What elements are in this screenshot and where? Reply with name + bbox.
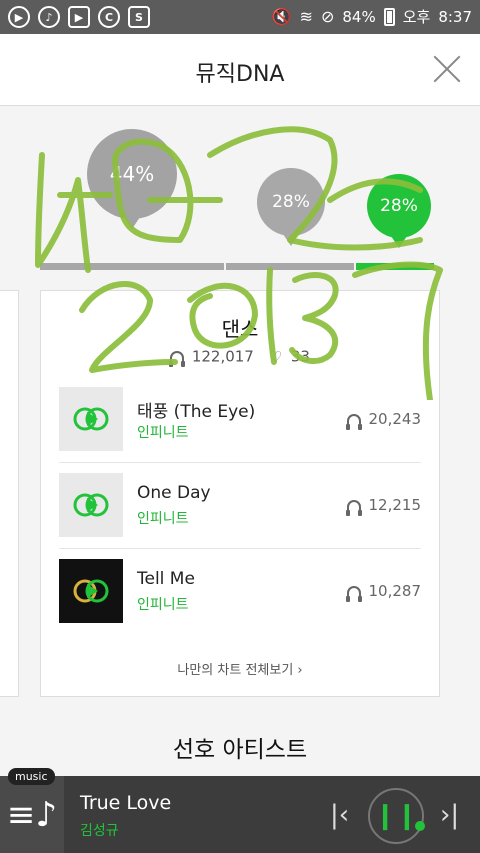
mini-player: ≡♪ True Love 김성규 |‹ ❙❙ ›| — [0, 776, 480, 853]
album-thumbnail — [59, 559, 123, 623]
track-plays: 10,287 — [345, 582, 421, 602]
track-row[interactable]: One Day 인피니트 12,215 — [59, 463, 421, 549]
genre-bubble-3-selected[interactable]: 28% — [367, 174, 431, 248]
favorite-artists-title: 선호 아티스트 — [172, 737, 308, 763]
album-thumbnail — [59, 387, 123, 451]
track-plays: 12,215 — [345, 496, 421, 516]
app-notification-icon: S — [128, 6, 150, 28]
status-bar: ▶ ♪ ▶ C S 🔇 ≋ ⊘ 84% 오후 8:37 — [0, 0, 480, 34]
progress-dot[interactable] — [415, 821, 425, 831]
battery-icon — [383, 7, 395, 26]
battery-percent: 84% — [342, 7, 376, 26]
bubble-value: 44% — [109, 162, 155, 186]
track-artist[interactable]: 인피니트 — [137, 422, 189, 442]
genre-percent-chart: 44% 28% 28% — [0, 106, 480, 286]
genre-bar-2 — [226, 263, 354, 270]
headphones-icon — [345, 585, 362, 602]
video-notification-icon: ▶ — [68, 6, 90, 28]
close-icon[interactable] — [432, 54, 462, 84]
do-not-disturb-icon: ⊘ — [320, 7, 335, 26]
listen-count: 122,017 — [191, 347, 254, 366]
headphones-icon — [345, 413, 362, 430]
header: 뮤직DNA — [0, 34, 480, 106]
time-ampm: 오후 — [402, 8, 431, 26]
play-notification-icon: ▶ — [8, 6, 30, 28]
headphones-icon — [169, 350, 186, 367]
genre-bar-3 — [356, 263, 434, 270]
music-badge: music — [8, 768, 55, 785]
genre-bubble-2[interactable]: 28% — [257, 168, 325, 246]
genre-bubble-1[interactable]: 44% — [87, 129, 177, 229]
genre-bar-1 — [40, 263, 224, 270]
track-row[interactable]: Tell Me 인피니트 10,287 — [59, 549, 421, 635]
headphones-icon — [345, 499, 362, 516]
track-plays: 20,243 — [345, 410, 421, 430]
album-thumbnail — [59, 473, 123, 537]
bubble-value: 28% — [272, 192, 310, 212]
mute-icon: 🔇 — [271, 7, 292, 26]
wifi-icon: ≋ — [299, 7, 313, 26]
genre-title: 댄스 — [221, 317, 259, 341]
notification-icons: ▶ ♪ ▶ C S — [8, 6, 150, 28]
pause-button[interactable]: ❙❙ — [368, 788, 424, 844]
page-title: 뮤직DNA — [195, 62, 285, 87]
playlist-icon[interactable]: ≡♪ — [0, 776, 64, 853]
heart-icon[interactable]: ♡ — [269, 348, 282, 366]
track-name: One Day — [137, 483, 211, 503]
next-track-icon[interactable]: ›| — [440, 800, 459, 830]
genre-card: 댄스 122,017 ♡ 33 태풍 (The Eye) 인피니트 20,243… — [40, 290, 440, 697]
view-full-chart-link[interactable]: 나만의 차트 전체보기 › — [41, 659, 439, 678]
time: 8:37 — [438, 7, 472, 26]
genre-stats: 122,017 ♡ 33 — [41, 347, 439, 367]
bubble-value: 28% — [380, 196, 418, 216]
track-row[interactable]: 태풍 (The Eye) 인피니트 20,243 — [59, 377, 421, 463]
track-name: Tell Me — [137, 569, 195, 589]
previous-track-icon[interactable]: |‹ — [330, 800, 349, 830]
previous-genre-card[interactable] — [0, 290, 19, 697]
track-artist[interactable]: 인피니트 — [137, 594, 189, 614]
now-playing-title[interactable]: True Love — [80, 792, 171, 814]
now-playing-artist[interactable]: 김성규 — [80, 820, 119, 840]
track-artist[interactable]: 인피니트 — [137, 508, 189, 528]
copyright-notification-icon: C — [98, 6, 120, 28]
music-notification-icon: ♪ — [38, 6, 60, 28]
like-count: 33 — [290, 347, 310, 366]
track-name: 태풍 (The Eye) — [137, 402, 256, 422]
